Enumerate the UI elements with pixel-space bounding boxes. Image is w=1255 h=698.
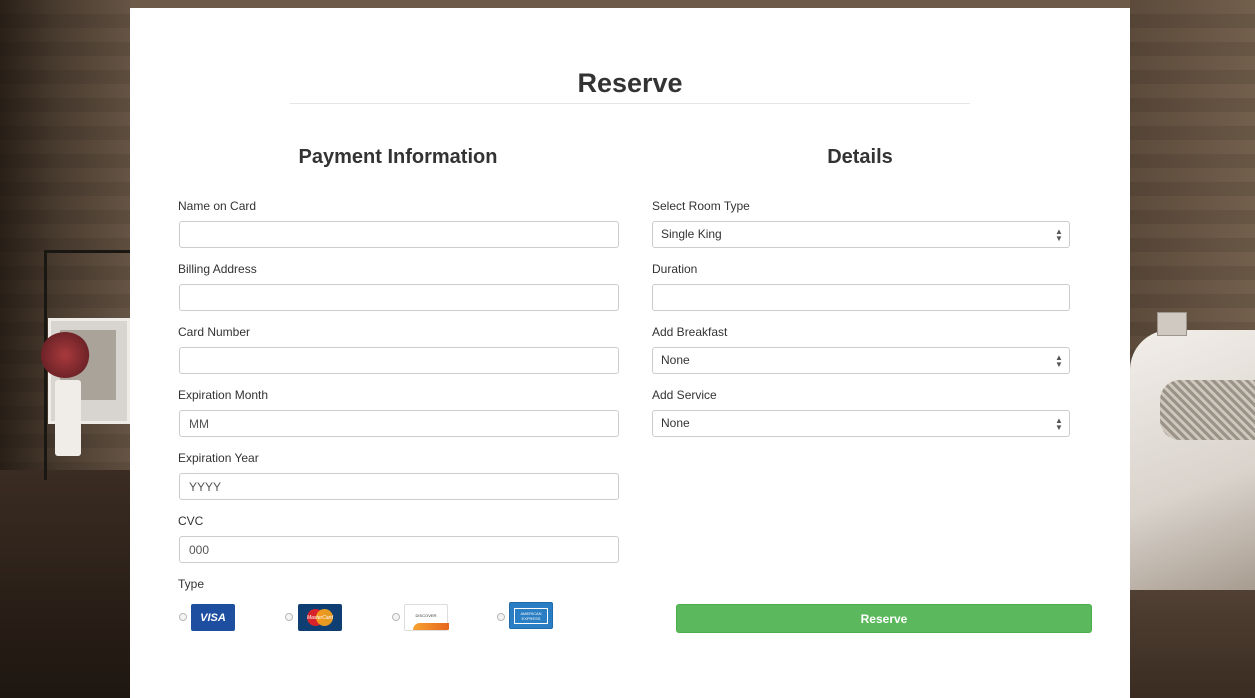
background-bed [1130, 330, 1255, 590]
expiration-year-input[interactable] [179, 473, 619, 500]
mastercard-card-icon[interactable]: MasterCard [298, 604, 342, 631]
background-floor-left [0, 470, 130, 698]
billing-address-input[interactable] [179, 284, 619, 311]
reserve-button[interactable]: Reserve [676, 604, 1092, 633]
discover-text: DISCOVER [415, 613, 437, 618]
billing-address-label: Billing Address [178, 262, 257, 276]
select-arrows-icon: ▲ ▼ [1055, 416, 1063, 432]
discover-stripe [413, 623, 449, 630]
card-number-input[interactable] [179, 347, 619, 374]
breakfast-label: Add Breakfast [652, 325, 728, 339]
duration-label: Duration [652, 262, 698, 276]
cvc-label: CVC [178, 514, 204, 528]
payment-heading: Payment Information [298, 146, 498, 168]
title-divider [290, 103, 970, 104]
cvc-input[interactable] [179, 536, 619, 563]
duration-input[interactable] [652, 284, 1070, 311]
expiration-year-label: Expiration Year [178, 451, 259, 465]
breakfast-selected-value: None [661, 353, 690, 367]
card-type-radio-discover[interactable] [392, 613, 400, 621]
background-wall-switch [1157, 312, 1187, 336]
select-arrows-icon: ▲ ▼ [1055, 353, 1063, 369]
service-label: Add Service [652, 388, 717, 402]
reservation-panel: Reserve Payment Information Details Name… [130, 8, 1130, 698]
room-type-label: Select Room Type [652, 199, 750, 213]
background-lamp-arm [44, 250, 130, 253]
amex-text: AMERICAN EXPRESS [514, 607, 548, 624]
background-vase [55, 380, 81, 456]
page-title: Reserve [577, 68, 683, 98]
service-select[interactable]: None ▲ ▼ [652, 410, 1070, 437]
name-on-card-input[interactable] [179, 221, 619, 248]
discover-card-icon[interactable]: DISCOVER [404, 604, 449, 631]
background-pillow [1160, 380, 1255, 440]
select-arrows-icon: ▲ ▼ [1055, 227, 1063, 243]
name-on-card-label: Name on Card [178, 199, 257, 213]
expiration-month-label: Expiration Month [178, 388, 269, 402]
visa-card-icon[interactable]: VISA [191, 604, 235, 631]
card-type-radio-visa[interactable] [179, 613, 187, 621]
breakfast-select[interactable]: None ▲ ▼ [652, 347, 1070, 374]
card-type-radio-mastercard[interactable] [285, 613, 293, 621]
room-type-select[interactable]: Single King ▲ ▼ [652, 221, 1070, 248]
card-type-label: Type [178, 577, 205, 591]
amex-card-icon[interactable]: AMERICAN EXPRESS [509, 602, 553, 629]
expiration-month-input[interactable] [179, 410, 619, 437]
details-heading: Details [827, 146, 893, 168]
background-flowers [40, 332, 90, 378]
room-type-selected-value: Single King [661, 227, 722, 241]
card-type-radio-amex[interactable] [497, 613, 505, 621]
mastercard-text: MasterCard [306, 614, 334, 621]
service-selected-value: None [661, 416, 690, 430]
card-number-label: Card Number [178, 325, 251, 339]
